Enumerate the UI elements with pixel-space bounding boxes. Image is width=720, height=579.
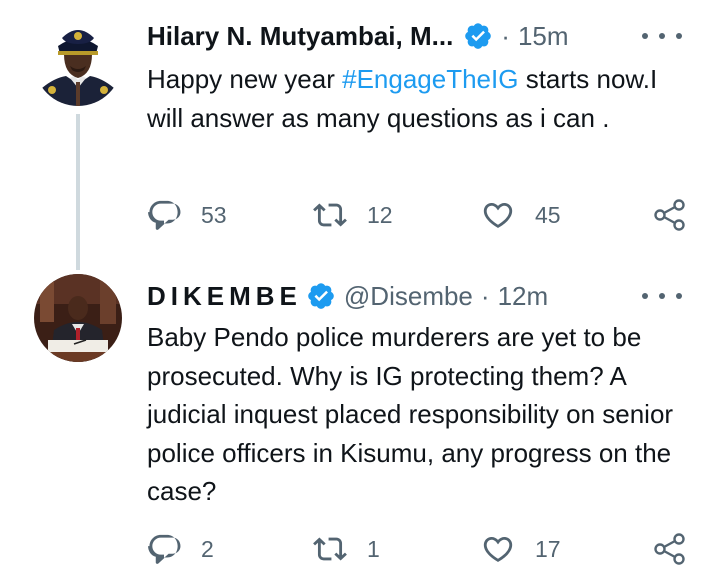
hashtag-link[interactable]: #EngageTheIG bbox=[342, 64, 518, 94]
timestamp[interactable]: 12m bbox=[498, 281, 549, 312]
reply-count: 53 bbox=[201, 201, 227, 228]
author-handle[interactable]: @Disembe bbox=[344, 281, 473, 312]
verified-badge-icon bbox=[465, 23, 492, 49]
more-dot-icon bbox=[676, 33, 682, 39]
tweet-text-part: Happy new year bbox=[147, 64, 343, 94]
share-icon bbox=[654, 533, 685, 565]
retweet-button[interactable]: 12 bbox=[313, 197, 393, 233]
tweet-text: Baby Pendo police murderers are yet to b… bbox=[147, 322, 674, 506]
retweet-count: 1 bbox=[367, 535, 380, 562]
retweet-button[interactable]: 1 bbox=[313, 531, 380, 567]
man-signing-document-avatar-icon bbox=[34, 274, 122, 362]
tweet-actions: 53 12 45 bbox=[147, 197, 697, 233]
retweet-count: 12 bbox=[367, 201, 393, 228]
tweet-2[interactable]: DIKEMBE @Disembe · 12m Baby Pendo police… bbox=[0, 262, 720, 579]
share-button[interactable] bbox=[653, 197, 687, 233]
retweet-icon bbox=[313, 537, 347, 561]
like-count: 45 bbox=[535, 201, 561, 228]
reply-icon bbox=[148, 200, 181, 230]
tweet-actions: 2 1 17 bbox=[147, 531, 697, 567]
more-dot-icon bbox=[642, 293, 648, 299]
more-dot-icon bbox=[642, 33, 648, 39]
author-name[interactable]: DIKEMBE bbox=[147, 281, 302, 312]
separator-dot: · bbox=[480, 280, 490, 311]
tweet-1[interactable]: Hilary N. Mutyambai, M... · 15m Happy ne… bbox=[0, 0, 720, 270]
heart-icon bbox=[483, 202, 513, 228]
separator-dot: · bbox=[501, 20, 510, 51]
more-dot-icon bbox=[659, 33, 665, 39]
timestamp[interactable]: 15m bbox=[518, 21, 569, 52]
author-name[interactable]: Hilary N. Mutyambai, M... bbox=[147, 21, 453, 52]
tweet-header: Hilary N. Mutyambai, M... · 15m bbox=[147, 18, 690, 54]
more-dot-icon bbox=[676, 293, 682, 299]
reply-icon bbox=[148, 534, 181, 564]
reply-count: 2 bbox=[201, 535, 214, 562]
verified-badge-icon bbox=[308, 283, 334, 309]
thread-line bbox=[76, 114, 80, 270]
avatar[interactable] bbox=[34, 274, 122, 362]
reply-button[interactable]: 2 bbox=[147, 531, 214, 567]
retweet-icon bbox=[313, 203, 347, 227]
heart-icon bbox=[483, 536, 513, 562]
share-button[interactable] bbox=[653, 531, 687, 567]
reply-button[interactable]: 53 bbox=[147, 197, 227, 233]
more-options-button[interactable] bbox=[642, 24, 682, 48]
more-dot-icon bbox=[659, 293, 665, 299]
like-button[interactable]: 45 bbox=[481, 197, 561, 233]
avatar[interactable] bbox=[34, 18, 122, 106]
more-options-button[interactable] bbox=[642, 284, 682, 308]
tweet-header: DIKEMBE @Disembe · 12m bbox=[147, 278, 690, 314]
share-icon bbox=[654, 199, 685, 231]
like-count: 17 bbox=[535, 535, 561, 562]
uniformed-officer-avatar-icon bbox=[34, 18, 122, 106]
tweet-text: Happy new year #EngageTheIG starts now.I… bbox=[147, 60, 677, 137]
like-button[interactable]: 17 bbox=[481, 531, 561, 567]
